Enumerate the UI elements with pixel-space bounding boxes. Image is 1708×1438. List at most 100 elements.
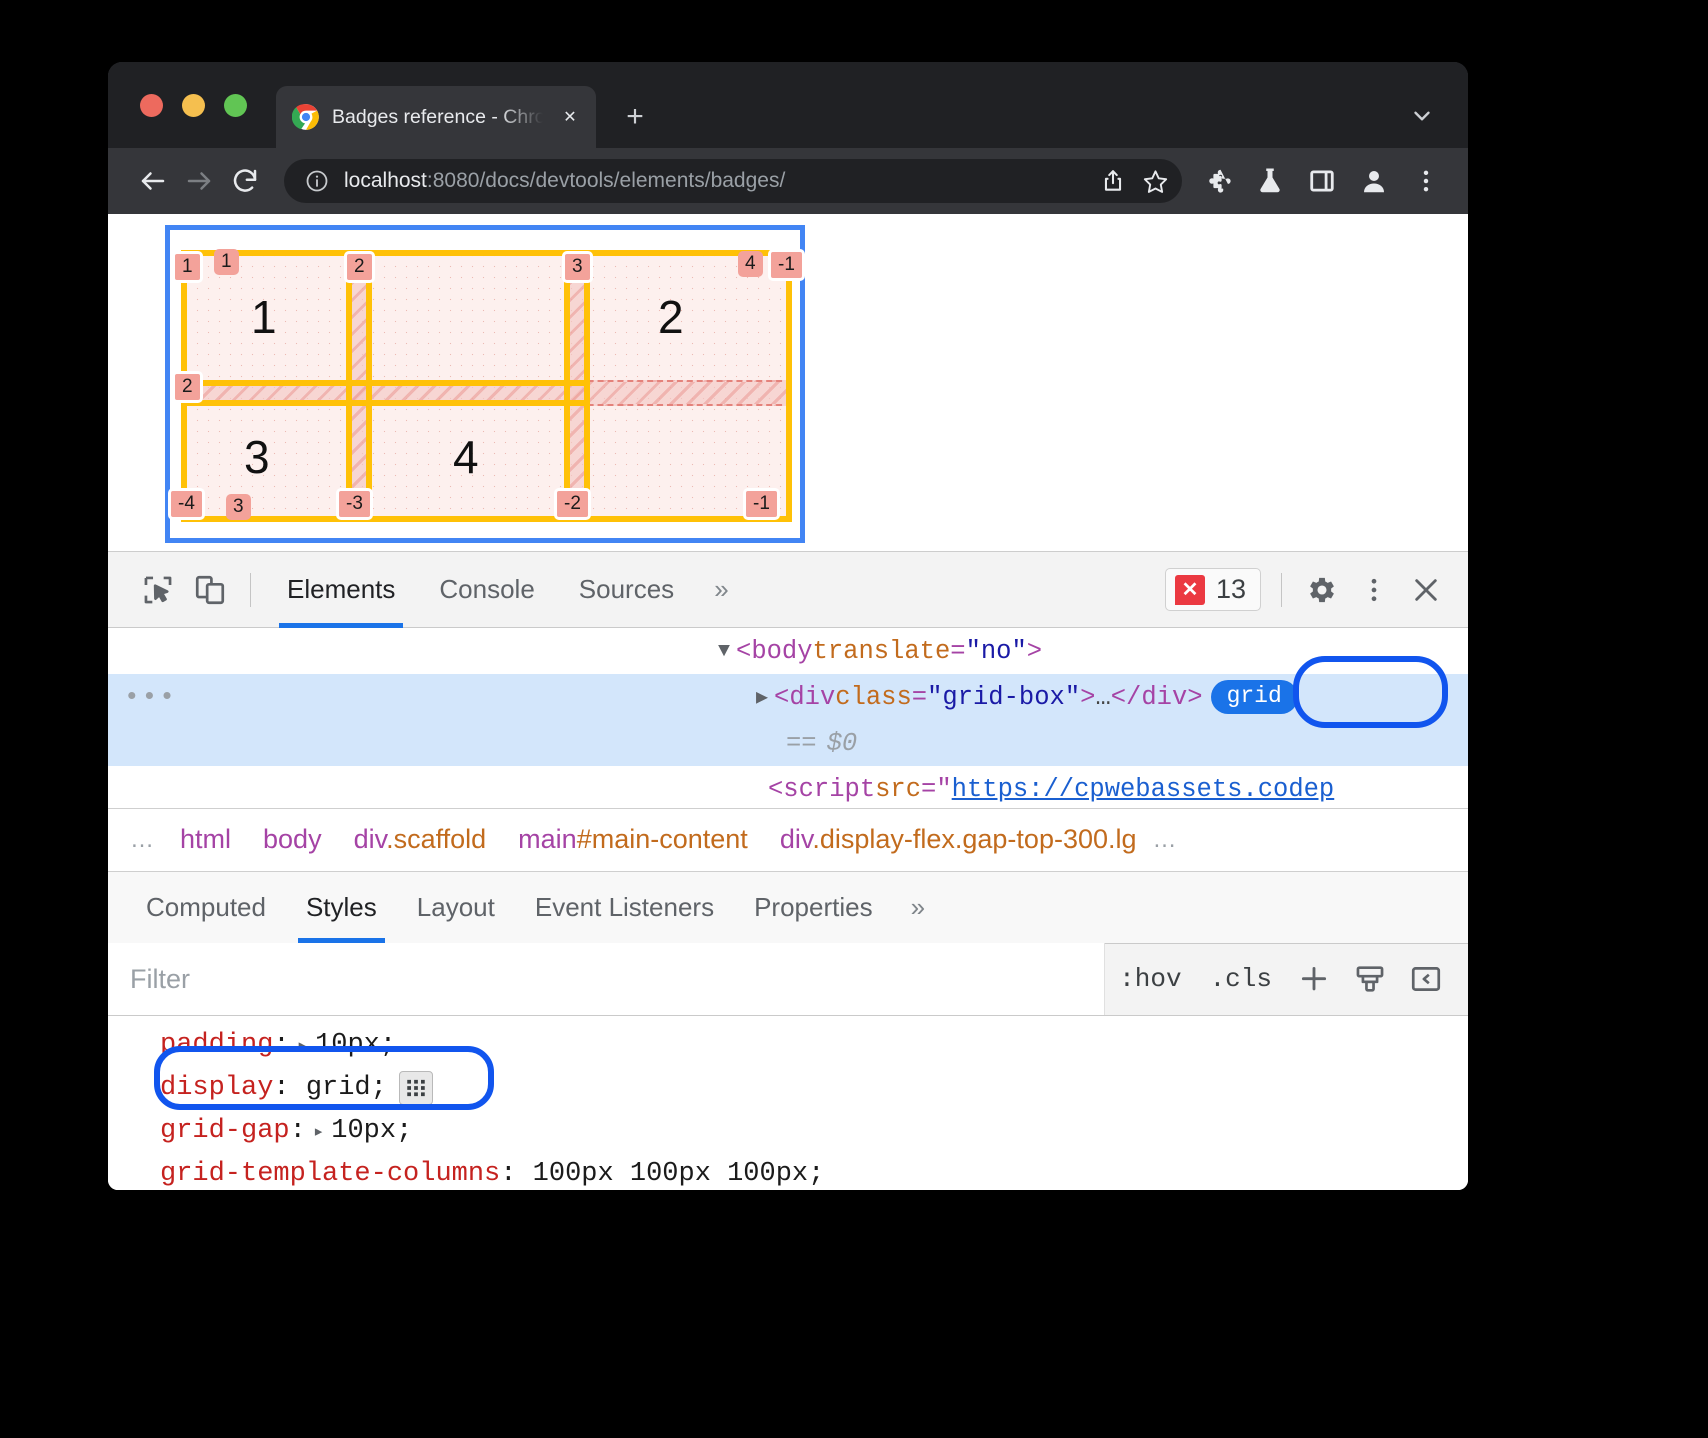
rule-display[interactable]: display: grid; [160,1067,1468,1110]
filter-input[interactable]: Filter [108,943,1105,1015]
reload-button[interactable] [222,158,268,204]
tab-sources[interactable]: Sources [557,552,696,628]
grid-gap-expand-triangle-icon[interactable]: ▸ [313,1120,324,1143]
filter-placeholder: Filter [130,964,190,995]
script-attr-name: src [875,775,921,804]
breadcrumb-main-id: #main-content [577,824,748,854]
breadcrumb-main-tag: main [518,824,577,854]
close-tab-button[interactable]: ✕ [557,104,583,130]
new-style-rule-button[interactable] [1286,951,1342,1007]
pane-tab-event-listeners-label: Event Listeners [535,892,714,923]
devtools-more-menu-icon[interactable] [1348,564,1400,616]
grid-row-badge-3: 3 [226,494,251,520]
grid-line-badge-col-3: 3 [562,251,593,283]
rule-grid-template-columns[interactable]: grid-template-columns: 100px 100px 100px… [160,1153,1468,1190]
grid-line-badge-col-neg3: -3 [336,488,373,520]
pane-tab-event-listeners[interactable]: Event Listeners [515,871,734,943]
device-toolbar-icon[interactable] [184,564,236,616]
more-tabs-chevron-icon[interactable]: » [696,552,746,628]
tab-search-chevron-icon[interactable] [1404,98,1440,134]
rule-grid-gap[interactable]: grid-gap:▸10px; [160,1110,1468,1153]
devtools-panel: Elements Console Sources » ✕ 13 ▼<bo [108,551,1468,1190]
profile-avatar-icon[interactable] [1348,158,1400,204]
breadcrumb-item-main[interactable]: main#main-content [502,824,764,855]
div-content-ellipsis: … [1095,683,1110,712]
grid-line-badge-col-2: 2 [344,251,375,283]
tab-strip: Badges reference - Chrome De ✕ + [108,62,1468,148]
url-host: localhost [344,169,427,192]
share-icon[interactable] [1092,160,1134,202]
grid-element-outline: 1 2 3 4 1 1 2 3 4 -1 2 -4 3 -3 -2 -1 [165,225,805,543]
breadcrumb-item-body[interactable]: body [247,824,338,855]
cls-toggle-button[interactable]: .cls [1196,964,1286,994]
side-panel-icon[interactable] [1296,158,1348,204]
address-bar[interactable]: localhost:8080/docs/devtools/elements/ba… [284,159,1182,203]
error-count-badge[interactable]: ✕ 13 [1165,568,1261,611]
script-src-link[interactable]: https://cpwebassets.codep [952,775,1335,804]
tab-console[interactable]: Console [417,552,556,628]
maximize-window-button[interactable] [224,94,247,117]
address-bar-url: localhost:8080/docs/devtools/elements/ba… [344,169,1092,193]
grid-cell-number-2: 2 [658,290,684,344]
body-attr-eq: = [950,637,965,666]
tab-elements-label: Elements [287,574,395,605]
bookmark-star-icon[interactable] [1134,160,1176,202]
close-devtools-icon[interactable] [1400,564,1452,616]
body-tag-open: <body [736,637,813,666]
back-button[interactable] [130,158,176,204]
tab-title: Badges reference - Chrome De [332,106,545,129]
collapse-triangle-icon[interactable]: ▶ [756,684,768,710]
pane-tab-layout[interactable]: Layout [397,871,515,943]
browser-window: Badges reference - Chrome De ✕ + localho… [108,62,1468,1190]
dom-line-dollar-zero: ==$0 [108,720,1468,766]
hov-toggle-button[interactable]: :hov [1105,964,1195,994]
grid-line-badge-col-1: 1 [172,251,203,283]
pane-tab-properties[interactable]: Properties [734,871,893,943]
grid-cell-number-1: 1 [251,290,277,344]
pane-tab-styles-label: Styles [306,892,377,923]
breadcrumb-trailing-overflow[interactable]: … [1153,826,1187,854]
browser-menu-icon[interactable] [1400,158,1452,204]
expand-triangle-icon[interactable]: ▼ [718,640,730,663]
breadcrumb-item-html[interactable]: html [164,824,247,855]
dom-line-script[interactable]: <script src="https://cpwebassets.codep [108,766,1468,808]
div-tag-open: <div [774,683,835,712]
computed-styles-icon[interactable] [1342,951,1398,1007]
tab-console-label: Console [439,574,534,605]
inspect-cursor-icon[interactable] [132,564,184,616]
grid-row-badge-2: 2 [172,371,203,403]
tab-elements[interactable]: Elements [265,552,417,628]
chrome-logo-icon [292,103,320,131]
rule-padding[interactable]: padding:▸10px; [160,1024,1468,1067]
grid-editor-icon[interactable] [399,1071,433,1105]
site-info-icon[interactable] [304,168,330,194]
dom-overflow-ellipsis: ••• [124,682,177,712]
pane-tab-computed-label: Computed [146,892,266,923]
grid-badge[interactable]: grid [1211,680,1298,714]
forward-button[interactable] [176,158,222,204]
page-viewport: 1 2 3 4 1 1 2 3 4 -1 2 -4 3 -3 -2 -1 [108,214,1468,551]
breadcrumb-item-div-flex[interactable]: div.display-flex.gap-top-300.lg [764,824,1153,855]
padding-expand-triangle-icon[interactable]: ▸ [297,1034,308,1057]
script-attr-quote: " [936,775,951,804]
styles-filter-row: Filter :hov .cls [108,944,1468,1016]
grid-col-line-3a [564,250,570,522]
grid-row-line-2a [181,380,586,386]
pane-tab-computed[interactable]: Computed [126,871,286,943]
experiments-flask-icon[interactable] [1244,158,1296,204]
breadcrumb-overflow[interactable]: … [130,826,164,854]
toggle-sidebar-icon[interactable] [1398,951,1454,1007]
close-window-button[interactable] [140,94,163,117]
extensions-puzzle-icon[interactable] [1192,158,1244,204]
gear-icon[interactable] [1296,564,1348,616]
window-traffic-lights [140,94,247,117]
dom-line-body[interactable]: ▼<body translate="no"> [108,628,1468,674]
minimize-window-button[interactable] [182,94,205,117]
devtools-toolbar: Elements Console Sources » ✕ 13 [108,552,1468,628]
browser-tab[interactable]: Badges reference - Chrome De ✕ [276,86,596,148]
new-tab-button[interactable]: + [616,98,654,136]
pane-tab-styles[interactable]: Styles [286,871,397,943]
pane-more-chevron-icon[interactable]: » [893,871,943,943]
dom-line-grid-box[interactable]: ••• ▶<div class="grid-box">…</div> grid [108,674,1468,720]
breadcrumb-item-div-scaffold[interactable]: div.scaffold [338,824,503,855]
